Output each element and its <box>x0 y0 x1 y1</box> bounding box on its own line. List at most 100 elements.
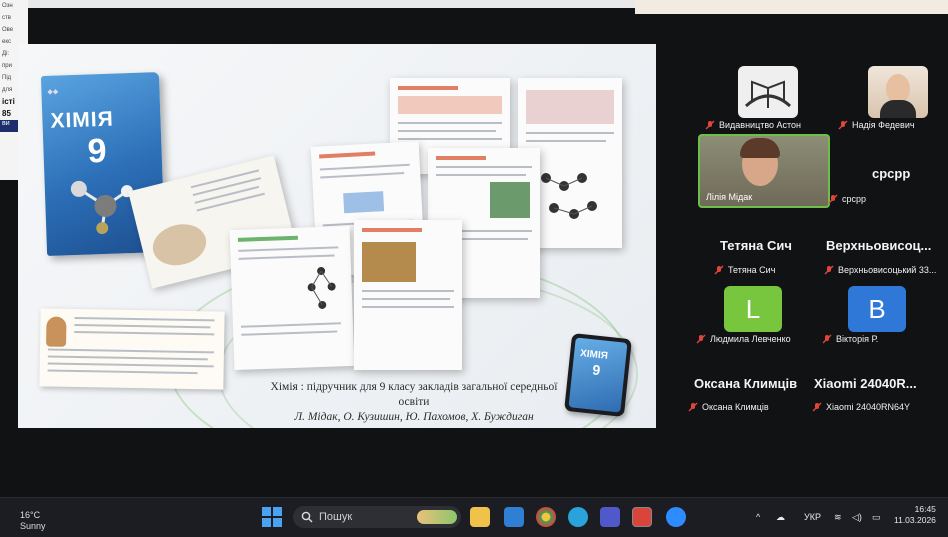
text-line <box>241 330 338 336</box>
text-line <box>74 316 215 322</box>
table-image <box>526 90 614 124</box>
search-icon <box>301 511 313 523</box>
phone-book-grade: 9 <box>591 361 602 379</box>
file-explorer-icon[interactable] <box>470 507 490 527</box>
participant-display-name: Верхньовисоц... <box>826 238 932 253</box>
textbook-page <box>229 225 355 371</box>
chrome-profile-icon[interactable] <box>632 507 652 527</box>
windows-taskbar: 16°C Sunny Пошук ^ ☁ УКР ≋ ◁) ▭ 16:45 11… <box>0 497 948 537</box>
participant-label[interactable]: Верхньовисоцький 33... <box>824 265 936 275</box>
bg-line: ств <box>2 15 11 21</box>
page-heading <box>237 235 298 242</box>
formula-image <box>343 191 385 214</box>
teams-icon[interactable] <box>600 507 620 527</box>
participant-label[interactable]: Оксана Климців <box>688 402 769 412</box>
page-heading <box>398 86 458 90</box>
mic-off-icon <box>714 265 724 275</box>
participant-label[interactable]: Видавництво Астон <box>705 120 801 130</box>
participant-label[interactable]: Людмила Левченко <box>696 334 791 344</box>
textbook-grade: 9 <box>86 131 108 171</box>
weather-widget[interactable]: 16°C Sunny <box>20 510 46 532</box>
participant-name: Надія Федевич <box>852 120 915 130</box>
text-line <box>74 330 215 336</box>
weather-condition: Sunny <box>20 521 46 531</box>
taskbar-search[interactable]: Пошук <box>293 506 461 528</box>
text-line <box>436 174 526 176</box>
participant-photo-avatar[interactable] <box>868 66 928 118</box>
text-line <box>362 298 450 300</box>
battery-icon[interactable]: ▭ <box>872 512 881 523</box>
text-line <box>238 246 339 252</box>
participant-display-name: срсрр <box>872 166 911 181</box>
text-line <box>526 132 614 134</box>
participant-name: срсрр <box>842 194 867 204</box>
phone-book-title: ХІМІЯ <box>579 348 609 362</box>
search-placeholder: Пошук <box>319 511 353 523</box>
language-indicator[interactable]: УКР <box>804 512 821 522</box>
wifi-icon[interactable]: ≋ <box>834 512 842 523</box>
participant-letter-avatar[interactable]: B <box>848 286 906 332</box>
mic-off-icon <box>824 265 834 275</box>
text-line <box>436 166 532 168</box>
mic-off-icon <box>696 334 706 344</box>
caption-authors: Л. Мідак, О. Кузишин, Ю. Пахомов, Х. Буж… <box>294 411 534 423</box>
participant-name: Людмила Левченко <box>710 334 791 344</box>
participant-name: Тетяна Сич <box>728 265 776 275</box>
zoom-icon[interactable] <box>666 507 686 527</box>
participant-name: Видавництво Астон <box>719 120 802 130</box>
system-clock[interactable]: 16:45 11.03.2026 <box>894 504 936 526</box>
page-heading <box>436 156 486 160</box>
windows-logo-icon <box>273 507 282 516</box>
page-heading <box>362 228 422 232</box>
telegram-icon[interactable] <box>568 507 588 527</box>
participant-letter-avatar[interactable]: L <box>724 286 782 332</box>
text-line <box>362 306 454 308</box>
text-line <box>47 362 214 368</box>
participant-display-name: Xiaomi 24040R... <box>814 376 917 391</box>
active-speaker-video[interactable]: Лілія Мідак <box>698 134 830 208</box>
structure-formula-icon <box>307 266 336 309</box>
participant-name: Оксана Климців <box>702 402 769 412</box>
text-line <box>398 122 502 124</box>
text-line <box>526 140 606 142</box>
participant-label[interactable]: Xiaomi 24040RN64Y <box>812 402 910 412</box>
bg-line: Ове <box>2 27 14 33</box>
chevron-up-icon[interactable]: ^ <box>756 512 760 522</box>
volume-icon[interactable]: ◁) <box>852 512 862 523</box>
mic-off-icon <box>688 402 698 412</box>
participant-name: Лілія Мідак <box>706 192 753 202</box>
participant-label[interactable]: срсрр <box>828 194 866 204</box>
text-line <box>398 138 502 140</box>
cloud-icon[interactable]: ☁ <box>776 512 785 523</box>
text-line <box>196 192 265 212</box>
mic-off-icon <box>822 334 832 344</box>
table-image <box>398 96 502 114</box>
store-icon[interactable] <box>504 507 524 527</box>
molecule-icon <box>70 180 133 235</box>
clock-time: 16:45 <box>914 504 936 514</box>
character-icon <box>46 316 67 347</box>
participant-label[interactable]: Надія Федевич <box>838 120 915 130</box>
text-line <box>47 348 214 354</box>
photo-image <box>362 242 416 282</box>
participant-display-name: Оксана Климців <box>694 376 798 391</box>
search-highlight-icon <box>417 510 457 524</box>
shared-screen-slide[interactable]: ◆◆ ХІМІЯ 9 ХІМІЯ 9 Хімія: підручник для… <box>18 44 656 428</box>
text-line <box>320 172 405 179</box>
speaker-hair <box>740 138 780 158</box>
molecule-diagram-icon <box>541 173 597 219</box>
windows-logo-icon <box>262 507 271 516</box>
chrome-icon[interactable] <box>536 507 556 527</box>
windows-logo-icon <box>273 518 282 527</box>
windows-logo-icon <box>262 518 271 527</box>
textbook-page <box>354 220 462 370</box>
mic-off-icon <box>838 120 848 130</box>
phone-mockup: ХІМІЯ 9 <box>564 333 632 417</box>
participant-label[interactable]: Тетяна Сич <box>714 265 775 275</box>
participant-label[interactable]: Вікторія Р. <box>822 334 878 344</box>
start-button[interactable] <box>262 507 282 527</box>
text-line <box>47 355 208 361</box>
participant-name: Верхньовисоцький 33... <box>838 265 937 275</box>
publisher-logo-avatar[interactable] <box>738 66 798 118</box>
textbook-title: ХІМІЯ <box>50 107 115 133</box>
